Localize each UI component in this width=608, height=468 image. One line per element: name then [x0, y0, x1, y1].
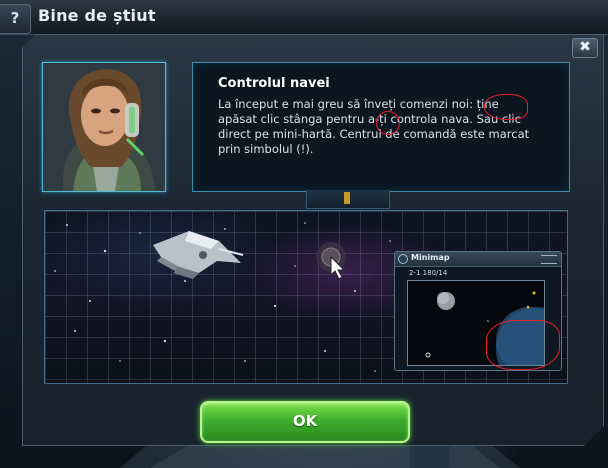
minimap-title: Minimap — [411, 253, 450, 262]
minimap-header: Minimap — [395, 252, 561, 267]
close-icon: ✖ — [579, 39, 591, 55]
annotation-circle-2 — [376, 111, 400, 135]
close-button[interactable]: ✖ — [572, 38, 598, 58]
spaceship-icon — [153, 231, 244, 279]
annotation-circle-1 — [484, 94, 528, 120]
info-panel-tab — [306, 190, 390, 209]
advisor-portrait — [42, 62, 166, 192]
minimap-icon — [398, 254, 408, 264]
minimap-coords: 2-1 180/14 — [409, 269, 448, 277]
ok-button[interactable]: OK — [200, 401, 410, 443]
minimap-menu-icon[interactable] — [541, 255, 557, 264]
help-button[interactable]: ? — [0, 4, 31, 34]
question-mark-icon: ? — [10, 9, 20, 27]
window-title: Bine de știut — [38, 6, 156, 25]
info-title: Controlul navei — [218, 76, 330, 91]
mouse-cursor-icon — [316, 242, 346, 280]
annotation-circle-3 — [486, 320, 560, 370]
